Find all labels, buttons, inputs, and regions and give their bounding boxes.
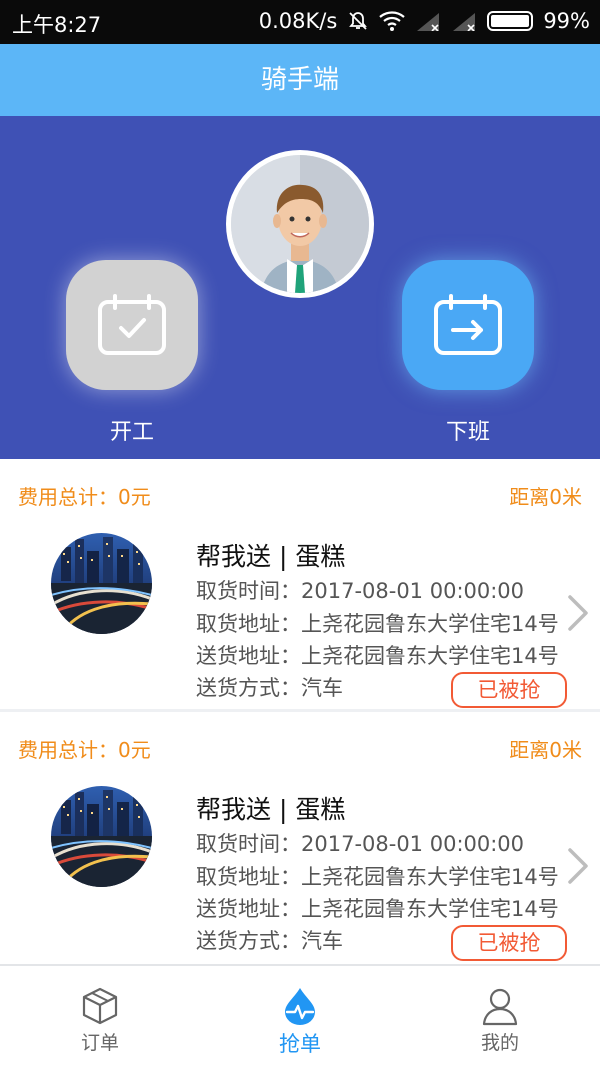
city-night-image xyxy=(51,533,152,634)
city-night-image xyxy=(51,786,152,887)
page-title: 骑手端 xyxy=(260,65,339,95)
order-delivery-address: 送货地址：上尧花园鲁东大学住宅14号 xyxy=(196,897,559,921)
avatar[interactable] xyxy=(226,150,374,298)
drop-pulse-icon xyxy=(285,988,315,1025)
battery-icon xyxy=(487,11,534,31)
order-distance: 距离0米 xyxy=(509,738,582,762)
order-fee: 费用总计：0元 xyxy=(18,738,151,762)
order-card[interactable]: 费用总计：0元 距离0米 帮我送 | 蛋糕 取货时间：2017-08-01 00… xyxy=(0,459,600,709)
signal-icon-2 xyxy=(453,13,476,31)
net-speed: 0.08K/s xyxy=(258,9,338,33)
start-work-button[interactable] xyxy=(66,260,198,390)
rider-hero-panel: 开工 下班 xyxy=(0,116,600,459)
calendar-check-icon xyxy=(98,294,166,355)
tab-mine-label: 我的 xyxy=(480,1032,519,1054)
off-work-button[interactable] xyxy=(402,260,534,390)
signal-icon xyxy=(417,13,440,31)
tab-orders[interactable]: 订单 xyxy=(40,986,160,1055)
avatar-image xyxy=(231,155,369,293)
off-work-label: 下班 xyxy=(445,420,490,445)
tab-mine[interactable]: 我的 xyxy=(440,986,560,1055)
status-bar: 上午8:27 0.08K/s 99% xyxy=(0,0,600,44)
wifi-icon xyxy=(379,11,406,31)
businessman-avatar-icon xyxy=(231,155,369,293)
status-right: 0.08K/s 99% xyxy=(259,9,590,33)
mute-icon xyxy=(349,12,368,30)
chevron-right-icon[interactable] xyxy=(566,593,592,633)
order-pickup-time: 取货时间：2017-08-01 00:00:00 xyxy=(196,579,525,603)
order-title: 帮我送 | 蛋糕 xyxy=(196,542,346,571)
status-badge: 已被抢 xyxy=(451,672,567,708)
chevron-right-icon[interactable] xyxy=(566,846,592,886)
tab-orders-label: 订单 xyxy=(80,1032,119,1054)
tab-grab-label: 抢单 xyxy=(279,1032,321,1056)
status-time: 上午8:27 xyxy=(12,13,102,37)
order-title: 帮我送 | 蛋糕 xyxy=(196,795,346,824)
battery-percent: 99% xyxy=(543,9,590,33)
status-badge: 已被抢 xyxy=(451,925,567,961)
bottom-nav: 订单 抢单 我的 xyxy=(0,964,600,1067)
person-icon xyxy=(482,988,518,1026)
order-card[interactable]: 费用总计：0元 距离0米 帮我送 | 蛋糕 取货时间：2017-08-01 00… xyxy=(0,712,600,962)
start-work-label: 开工 xyxy=(109,420,154,445)
app-title-bar: 骑手端 xyxy=(0,44,600,116)
order-fee: 费用总计：0元 xyxy=(18,485,151,509)
order-pickup-time: 取货时间：2017-08-01 00:00:00 xyxy=(196,832,525,856)
order-thumbnail xyxy=(51,533,152,634)
order-pickup-address: 取货地址：上尧花园鲁东大学住宅14号 xyxy=(196,612,559,636)
order-distance: 距离0米 xyxy=(509,485,582,509)
order-pickup-address: 取货地址：上尧花园鲁东大学住宅14号 xyxy=(196,865,559,889)
tab-grab[interactable]: 抢单 xyxy=(240,986,360,1058)
order-thumbnail xyxy=(51,786,152,887)
calendar-arrow-icon xyxy=(434,294,502,355)
box-icon xyxy=(82,987,118,1025)
order-delivery-address: 送货地址：上尧花园鲁东大学住宅14号 xyxy=(196,644,559,668)
